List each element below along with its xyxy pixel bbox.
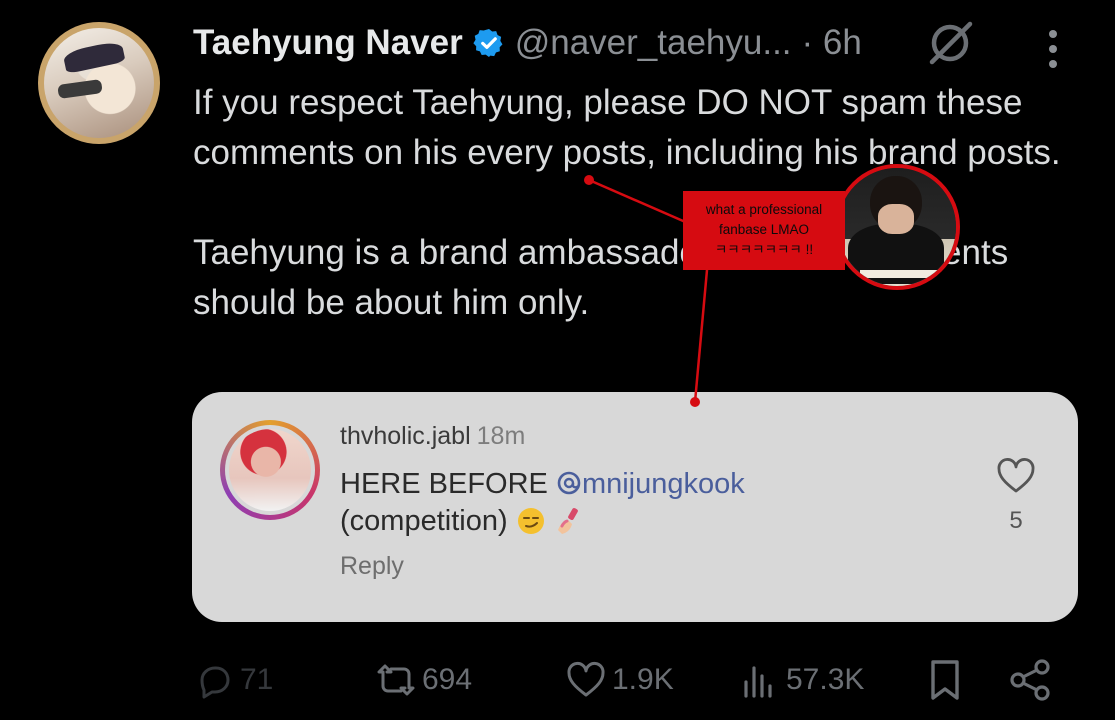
reaction-image	[834, 164, 960, 290]
reply-button[interactable]: 71	[194, 658, 273, 702]
annotation-line-1: what a professional	[705, 202, 823, 217]
nail-polish-emoji-icon	[557, 508, 578, 534]
comment-mention[interactable]: mnijungkook	[556, 468, 745, 500]
post-header: Taehyung Naver @naver_taehyu... · 6h	[193, 20, 862, 66]
views-count: 57.3K	[786, 663, 865, 696]
comment-reply-button[interactable]: Reply	[340, 552, 404, 581]
grok-icon[interactable]	[926, 18, 976, 68]
annotation-line-2: fanbase LMAO	[718, 222, 810, 237]
comment-time: 18m	[476, 422, 526, 450]
threads-icon	[557, 471, 581, 495]
reply-count: 71	[240, 663, 274, 696]
like-icon	[567, 662, 605, 697]
annotation-line-3: ㅋㅋㅋㅋㅋㅋㅋ !!	[714, 242, 814, 257]
comment-heart-icon[interactable]	[996, 458, 1036, 494]
post-paragraph-1: If you respect Taehyung, please DO NOT s…	[193, 83, 1061, 172]
comment-like-count: 5	[1009, 507, 1023, 534]
commenter-photo	[229, 429, 311, 511]
post-timestamp[interactable]: · 6h	[802, 23, 862, 63]
like-button[interactable]: 1.9K	[566, 658, 674, 702]
commenter-username[interactable]: thvholic.jabl	[340, 422, 471, 450]
comment-text-suffix: (competition)	[340, 505, 508, 537]
share-icon[interactable]	[1008, 658, 1052, 702]
comment-header: thvholic.jabl 18m	[340, 422, 525, 451]
repost-icon	[377, 664, 415, 696]
post-paragraph-2: Taehyung is a brand ambassador and the c…	[193, 233, 1009, 322]
smirk-emoji-icon	[517, 508, 544, 534]
avatar-hat-shape	[62, 40, 126, 74]
views-button[interactable]: 57.3K	[740, 658, 864, 702]
comment-text-prefix: HERE BEFORE	[340, 468, 556, 500]
views-icon	[744, 666, 772, 698]
like-count: 1.9K	[612, 663, 674, 696]
embedded-comment-card[interactable]: thvholic.jabl 18m HERE BEFORE mnijungkook…	[192, 392, 1078, 622]
avatar-camera-shape	[57, 79, 103, 99]
verified-badge-icon	[473, 29, 503, 57]
commenter-avatar[interactable]	[220, 420, 320, 520]
comment-mention-name[interactable]: mnijungkook	[582, 468, 745, 500]
comment-text: HERE BEFORE mnijungkook (competition)	[340, 466, 745, 540]
bookmark-icon[interactable]	[925, 658, 965, 702]
repost-button[interactable]: 694	[376, 658, 472, 702]
post-text: If you respect Taehyung, please DO NOT s…	[193, 78, 1093, 328]
more-icon[interactable]	[1046, 30, 1060, 68]
repost-count: 694	[422, 663, 473, 696]
author-name[interactable]: Taehyung Naver	[193, 23, 463, 63]
reply-icon	[200, 666, 230, 699]
author-avatar[interactable]	[38, 22, 160, 144]
annotation-caption: what a professional fanbase LMAO ㅋㅋㅋㅋㅋㅋㅋ…	[683, 191, 845, 270]
avatar-photo	[44, 28, 154, 138]
author-handle[interactable]: @naver_taehyu...	[515, 23, 792, 63]
